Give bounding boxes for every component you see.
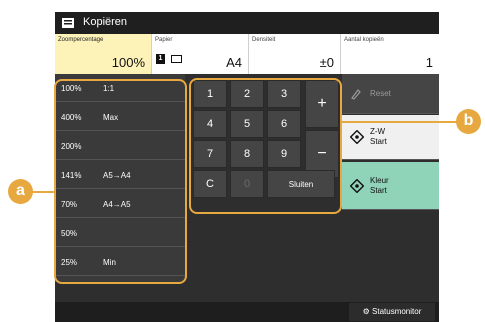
paper-tray-icon <box>171 54 183 63</box>
bw-start-label-line2: Start <box>370 137 387 146</box>
settings-bar: Zoompercentage 100% Papier 1 A4 Densitei… <box>55 34 439 74</box>
callout-b-line <box>340 121 462 123</box>
status-monitor-icon: ⚙ <box>362 307 370 316</box>
density-value: ±0 <box>319 55 334 70</box>
copy-icon <box>62 18 74 28</box>
title-bar: Kopiëren <box>55 12 439 34</box>
ratio-list-highlight <box>54 79 187 284</box>
paper-icons: 1 <box>156 50 183 68</box>
density-field[interactable]: Densiteit ±0 <box>249 34 341 74</box>
reset-label: Reset <box>370 88 391 98</box>
bottom-bar: ⚙ Statusmonitor <box>55 302 439 322</box>
color-start-icon <box>350 178 364 193</box>
color-start-label-line1: Kleur <box>370 175 389 185</box>
screen-title: Kopiëren <box>83 16 128 28</box>
paper-drawer-icon: 1 <box>156 53 165 64</box>
paper-value: A4 <box>226 55 242 70</box>
status-monitor-label: Statusmonitor <box>372 307 422 316</box>
copies-field[interactable]: Aantal kopieën 1 <box>341 34 439 74</box>
reset-icon <box>351 88 361 100</box>
zoom-value: 100% <box>111 55 145 70</box>
copies-value: 1 <box>425 55 433 70</box>
status-monitor-button[interactable]: ⚙ Statusmonitor <box>349 303 435 321</box>
bw-start-label-line1: Z-W <box>370 127 386 136</box>
keypad-highlight <box>189 78 342 214</box>
callout-a: a <box>8 179 33 204</box>
density-label: Densiteit <box>252 37 276 43</box>
color-start-button[interactable]: Kleur Start <box>342 162 439 210</box>
copies-label: Aantal kopieën <box>344 37 384 43</box>
zoom-field[interactable]: Zoompercentage 100% <box>55 34 152 74</box>
reset-button[interactable]: Reset <box>342 74 439 114</box>
bw-start-icon <box>350 130 364 144</box>
paper-label: Papier <box>155 37 173 43</box>
bw-start-label: Z-W Start <box>370 127 387 147</box>
callout-b: b <box>456 109 481 134</box>
zoom-label: Zoompercentage <box>58 37 104 43</box>
paper-field[interactable]: Papier 1 A4 <box>152 34 249 74</box>
color-start-label: Kleur Start <box>370 176 389 196</box>
color-start-label-line2: Start <box>370 185 387 195</box>
